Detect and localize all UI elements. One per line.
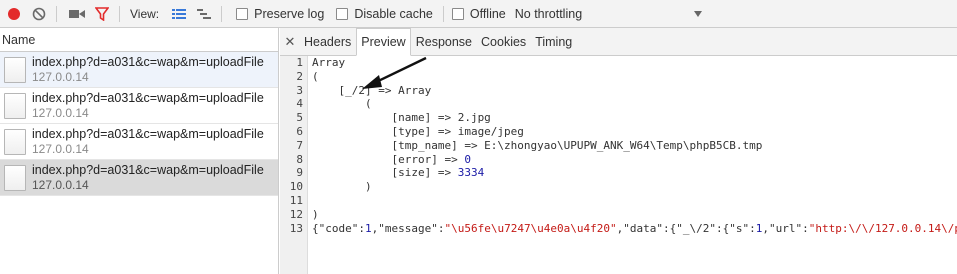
code-line: [name] => 2.jpg [312,111,491,125]
request-list: Name index.php?d=a031&c=wap&m=uploadFile… [0,28,279,274]
document-icon [4,128,26,155]
checkbox-box[interactable] [336,7,349,20]
code-text: ,"data":{"_\/2":{"s": [616,221,756,235]
line-number: 7 [296,138,303,152]
annotation-arrow-icon [362,56,427,89]
checkbox-box[interactable] [236,7,249,20]
line-number: 5 [296,111,303,125]
request-host: 127.0.0.14 [32,105,89,120]
detail-tabs: ✕ Headers Preview Response Cookies Timin… [280,28,957,56]
line-number: 11 [289,193,303,207]
clear-icon [32,7,46,20]
number-value: 0 [464,152,471,166]
string-value: "\u56fe\u7247\u4e0a\u4f20" [444,221,617,235]
code-text: ,"message": [371,221,445,235]
tab-headers[interactable]: Headers [300,28,355,55]
line-number: 2 [296,69,303,83]
code-line: [error] => 0 [312,153,957,167]
line-number: 4 [296,97,303,111]
toolbar-divider [442,5,444,22]
offline-label: Offline [469,6,506,21]
table-row[interactable]: index.php?d=a031&c=wap&m=uploadFile 127.… [0,52,278,88]
video-camera-icon [69,9,85,18]
name-column-header[interactable]: Name [0,28,278,52]
large-rows-button[interactable] [168,3,190,25]
line-number: 10 [289,180,303,194]
line-number: 13 [289,221,303,235]
network-toolbar: View: Preserve log Disable cache Offline… [0,0,957,28]
number-value: 3334 [457,166,485,180]
list-view-icon [172,8,187,19]
offline-checkbox[interactable]: Offline [451,6,506,21]
code-text: ,"url": [762,221,809,235]
toolbar-divider [119,5,120,22]
preserve-log-checkbox[interactable]: Preserve log [236,7,324,21]
capture-screenshots-button[interactable] [66,3,88,25]
code-line: ) [312,207,319,221]
request-name: index.php?d=a031&c=wap&m=uploadFile [32,162,264,177]
record-icon [8,7,20,20]
code-text: [size] => [312,166,458,180]
preview-code-view[interactable]: 1 2 3 4 5 6 7 8 9 10 11 12 13 Array ( [_… [280,56,957,274]
table-row[interactable]: index.php?d=a031&c=wap&m=uploadFile 127.… [0,124,278,160]
code-line: {"code":1,"message":"\u56fe\u7247\u4e0a\… [312,222,957,236]
request-host: 127.0.0.14 [32,69,89,84]
throttling-select[interactable]: No throttling [515,7,582,21]
string-value: "http:\/\/127.0.0.14\/p [808,221,957,235]
code-line: ( [312,97,372,111]
tab-response[interactable]: Response [412,28,476,55]
line-number: 12 [289,207,303,221]
record-button[interactable] [3,3,25,25]
request-name: index.php?d=a031&c=wap&m=uploadFile [32,126,264,141]
request-name: index.php?d=a031&c=wap&m=uploadFile [32,90,264,105]
document-icon [4,56,26,83]
disable-cache-checkbox[interactable]: Disable cache [336,7,433,21]
checkbox-box[interactable] [451,7,464,20]
tab-preview[interactable]: Preview [356,28,411,56]
line-number-gutter: 1 2 3 4 5 6 7 8 9 10 11 12 13 [280,56,308,274]
view-label: View: [130,6,160,21]
code-line: [tmp_name] => E:\zhongyao\UPUPW_ANK_W64\… [312,138,763,152]
line-number: 1 [296,56,303,69]
code-line: [type] => image/jpeg [312,124,524,138]
request-host: 127.0.0.14 [32,141,89,156]
line-number: 3 [296,83,303,97]
clear-button[interactable] [28,3,50,25]
filter-button[interactable] [91,3,113,25]
document-icon [4,164,26,191]
document-icon [4,92,26,119]
request-name: index.php?d=a031&c=wap&m=uploadFile [32,54,264,69]
request-host: 127.0.0.14 [32,177,89,192]
preserve-log-label: Preserve log [254,6,325,21]
tab-cookies[interactable]: Cookies [477,28,530,55]
code-line: ) [312,180,372,194]
code-line: [size] => 3334 [312,166,957,180]
close-icon[interactable]: ✕ [280,28,300,55]
waterfall-icon [197,8,212,19]
line-number: 6 [296,124,303,138]
table-row[interactable]: index.php?d=a031&c=wap&m=uploadFile 127.… [0,88,278,124]
code-text: {"code": [312,221,365,235]
code-text: [error] => [312,152,465,166]
table-row[interactable]: index.php?d=a031&c=wap&m=uploadFile 127.… [0,160,278,196]
toolbar-divider [56,5,57,22]
filter-icon [95,6,109,21]
toolbar-divider [221,5,223,22]
disable-cache-label: Disable cache [354,6,433,21]
request-detail-panel: ✕ Headers Preview Response Cookies Timin… [280,28,957,274]
line-number: 8 [296,152,303,166]
overview-button[interactable] [193,3,215,25]
number-value: 1 [364,221,372,235]
tab-timing[interactable]: Timing [531,28,576,55]
chevron-down-icon[interactable] [694,10,703,17]
line-number: 9 [296,166,303,180]
